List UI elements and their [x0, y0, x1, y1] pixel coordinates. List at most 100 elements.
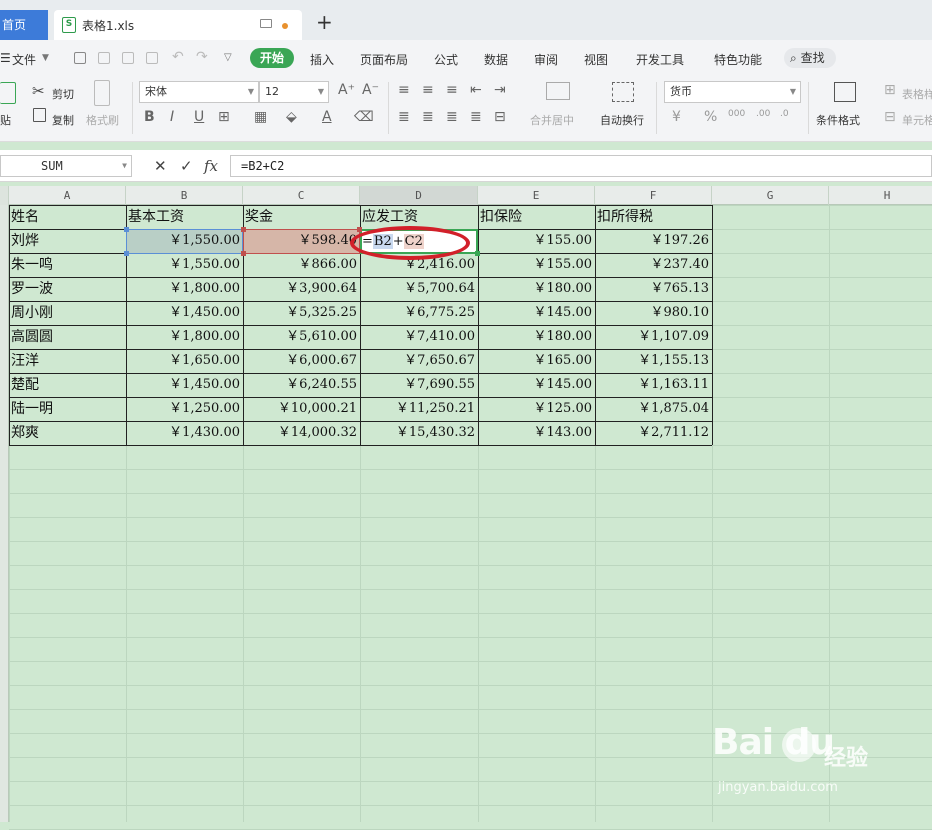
cell-gross-pay[interactable]: ￥7,650.67 — [361, 349, 477, 373]
column-header-d[interactable]: D — [360, 186, 478, 205]
menu-data[interactable]: 数据 — [484, 51, 508, 68]
undo-icon[interactable]: ↶ — [172, 49, 184, 65]
cell-name[interactable]: 周小刚 — [10, 301, 126, 325]
cell-name[interactable]: 罗一波 — [10, 277, 126, 301]
cell-bonus[interactable]: ￥5,325.25 — [244, 301, 359, 325]
column-header-h[interactable]: H — [829, 186, 932, 205]
cell-base-salary[interactable]: ￥1,550.00 — [127, 229, 242, 253]
thousands-icon[interactable]: 000 — [728, 109, 745, 119]
cancel-icon[interactable]: ✕ — [154, 157, 167, 175]
cell-bonus[interactable]: ￥10,000.21 — [244, 397, 359, 421]
preview-icon[interactable] — [146, 52, 158, 64]
format-painter-label[interactable]: 格式刷 — [86, 112, 119, 128]
cell-name[interactable]: 陆一明 — [10, 397, 126, 421]
align-left-icon[interactable]: ≣ — [398, 109, 410, 125]
cell-bonus[interactable]: ￥6,240.55 — [244, 373, 359, 397]
fill-color-icon[interactable]: ⬙ — [286, 109, 297, 125]
print-icon[interactable] — [122, 52, 134, 64]
copy-button[interactable]: 复制 — [52, 112, 74, 128]
header-insurance[interactable]: 扣保险 — [479, 205, 595, 229]
cell-name[interactable]: 朱一鸣 — [10, 253, 126, 277]
cell-bonus[interactable]: ￥3,900.64 — [244, 277, 359, 301]
align-right-icon[interactable]: ≣ — [446, 109, 458, 125]
confirm-check-icon[interactable]: ✓ — [180, 157, 193, 175]
font-size-select[interactable]: 12 ▼ — [259, 81, 329, 103]
cell-income-tax[interactable]: ￥980.10 — [596, 301, 711, 325]
cell-income-tax[interactable]: ￥237.40 — [596, 253, 711, 277]
cell-gross-pay[interactable]: ￥5,700.64 — [361, 277, 477, 301]
scissors-icon[interactable]: ✂ — [32, 82, 45, 100]
cell-income-tax[interactable]: ￥1,107.09 — [596, 325, 711, 349]
cell-insurance[interactable]: ￥180.00 — [479, 325, 594, 349]
save-icon[interactable] — [74, 52, 86, 64]
align-bottom-icon[interactable]: ≡ — [446, 82, 458, 98]
fill-pattern-icon[interactable]: ▦ — [254, 109, 267, 125]
fill-handle[interactable] — [475, 251, 480, 256]
select-all-corner[interactable] — [0, 186, 9, 205]
menu-special-features[interactable]: 特色功能 — [714, 51, 762, 68]
font-name-select[interactable]: 宋体 ▼ — [139, 81, 259, 103]
justify-icon[interactable]: ≣ — [470, 109, 482, 125]
cell-base-salary[interactable]: ￥1,430.00 — [127, 421, 242, 445]
cell-insurance[interactable]: ￥165.00 — [479, 349, 594, 373]
merge-center-button[interactable]: 合并居中 — [530, 112, 574, 128]
italic-icon[interactable]: I — [170, 109, 174, 125]
cell-base-salary[interactable]: ￥1,650.00 — [127, 349, 242, 373]
column-header-e[interactable]: E — [478, 186, 595, 205]
cell-style-button[interactable]: 单元格 — [902, 112, 932, 128]
cell-income-tax[interactable]: ￥197.26 — [596, 229, 711, 253]
column-header-a[interactable]: A — [9, 186, 126, 205]
paste-icon[interactable] — [0, 82, 16, 104]
underline-icon[interactable]: U — [194, 109, 204, 125]
menu-file[interactable]: 文件 — [12, 51, 36, 68]
formula-input[interactable]: =B2+C2 — [230, 155, 932, 177]
table-style-button[interactable]: 表格样 — [902, 86, 932, 102]
menu-formula[interactable]: 公式 — [434, 51, 458, 68]
bold-icon[interactable]: B — [144, 109, 155, 125]
cut-button[interactable]: 剪切 — [52, 86, 74, 102]
cell-income-tax[interactable]: ￥2,711.12 — [596, 421, 711, 445]
cell-base-salary[interactable]: ￥1,800.00 — [127, 325, 242, 349]
align-middle-icon[interactable]: ≡ — [422, 82, 434, 98]
column-header-c[interactable]: C — [243, 186, 360, 205]
cell-insurance[interactable]: ￥125.00 — [479, 397, 594, 421]
cell-gross-pay[interactable]: ￥6,775.25 — [361, 301, 477, 325]
menu-developer-tools[interactable]: 开发工具 — [636, 51, 684, 68]
cell-income-tax[interactable]: ￥1,875.04 — [596, 397, 711, 421]
header-bonus[interactable]: 奖金 — [244, 205, 360, 229]
distributed-icon[interactable]: ⊟ — [494, 109, 506, 125]
border-icon[interactable]: ⊞ — [218, 109, 230, 125]
currency-icon[interactable]: ¥ — [672, 109, 681, 125]
decimal-increase-icon[interactable]: .00 — [756, 109, 770, 119]
decimal-decrease-icon[interactable]: .0 — [780, 109, 789, 119]
hamburger-icon[interactable]: ☰ — [0, 51, 11, 65]
merge-center-icon[interactable] — [546, 82, 570, 100]
menu-start[interactable]: 开始 — [250, 48, 294, 68]
cell-insurance[interactable]: ￥145.00 — [479, 373, 594, 397]
cell-name[interactable]: 刘烨 — [10, 229, 126, 253]
cell-gross-pay[interactable]: ￥11,250.21 — [361, 397, 477, 421]
align-center-icon[interactable]: ≣ — [422, 109, 434, 125]
font-color-icon[interactable]: A — [322, 109, 332, 125]
header-base-salary[interactable]: 基本工资 — [127, 205, 243, 229]
conditional-format-button[interactable]: 条件格式 — [816, 112, 860, 128]
tab-home[interactable]: 首页 — [0, 10, 48, 40]
cell-base-salary[interactable]: ￥1,800.00 — [127, 277, 242, 301]
cell-income-tax[interactable]: ￥1,163.11 — [596, 373, 711, 397]
cell-name[interactable]: 楚配 — [10, 373, 126, 397]
cell-base-salary[interactable]: ￥1,450.00 — [127, 301, 242, 325]
paste-label[interactable]: 贴 — [0, 112, 11, 128]
column-header-g[interactable]: G — [712, 186, 829, 205]
cell-base-salary[interactable]: ￥1,550.00 — [127, 253, 242, 277]
cell-insurance[interactable]: ￥155.00 — [479, 229, 594, 253]
redo-icon[interactable]: ↷ — [196, 49, 208, 65]
wrap-text-button[interactable]: 自动换行 — [600, 112, 644, 128]
tab-file[interactable]: S 表格1.xls — [54, 10, 302, 40]
cell-bonus[interactable]: ￥6,000.67 — [244, 349, 359, 373]
format-painter-icon[interactable] — [94, 80, 110, 106]
increase-font-icon[interactable]: A⁺ — [338, 82, 355, 98]
eraser-icon[interactable]: ⌫ — [354, 109, 374, 125]
cell-name[interactable]: 高圆圆 — [10, 325, 126, 349]
align-top-icon[interactable]: ≡ — [398, 82, 410, 98]
export-icon[interactable] — [98, 52, 110, 64]
